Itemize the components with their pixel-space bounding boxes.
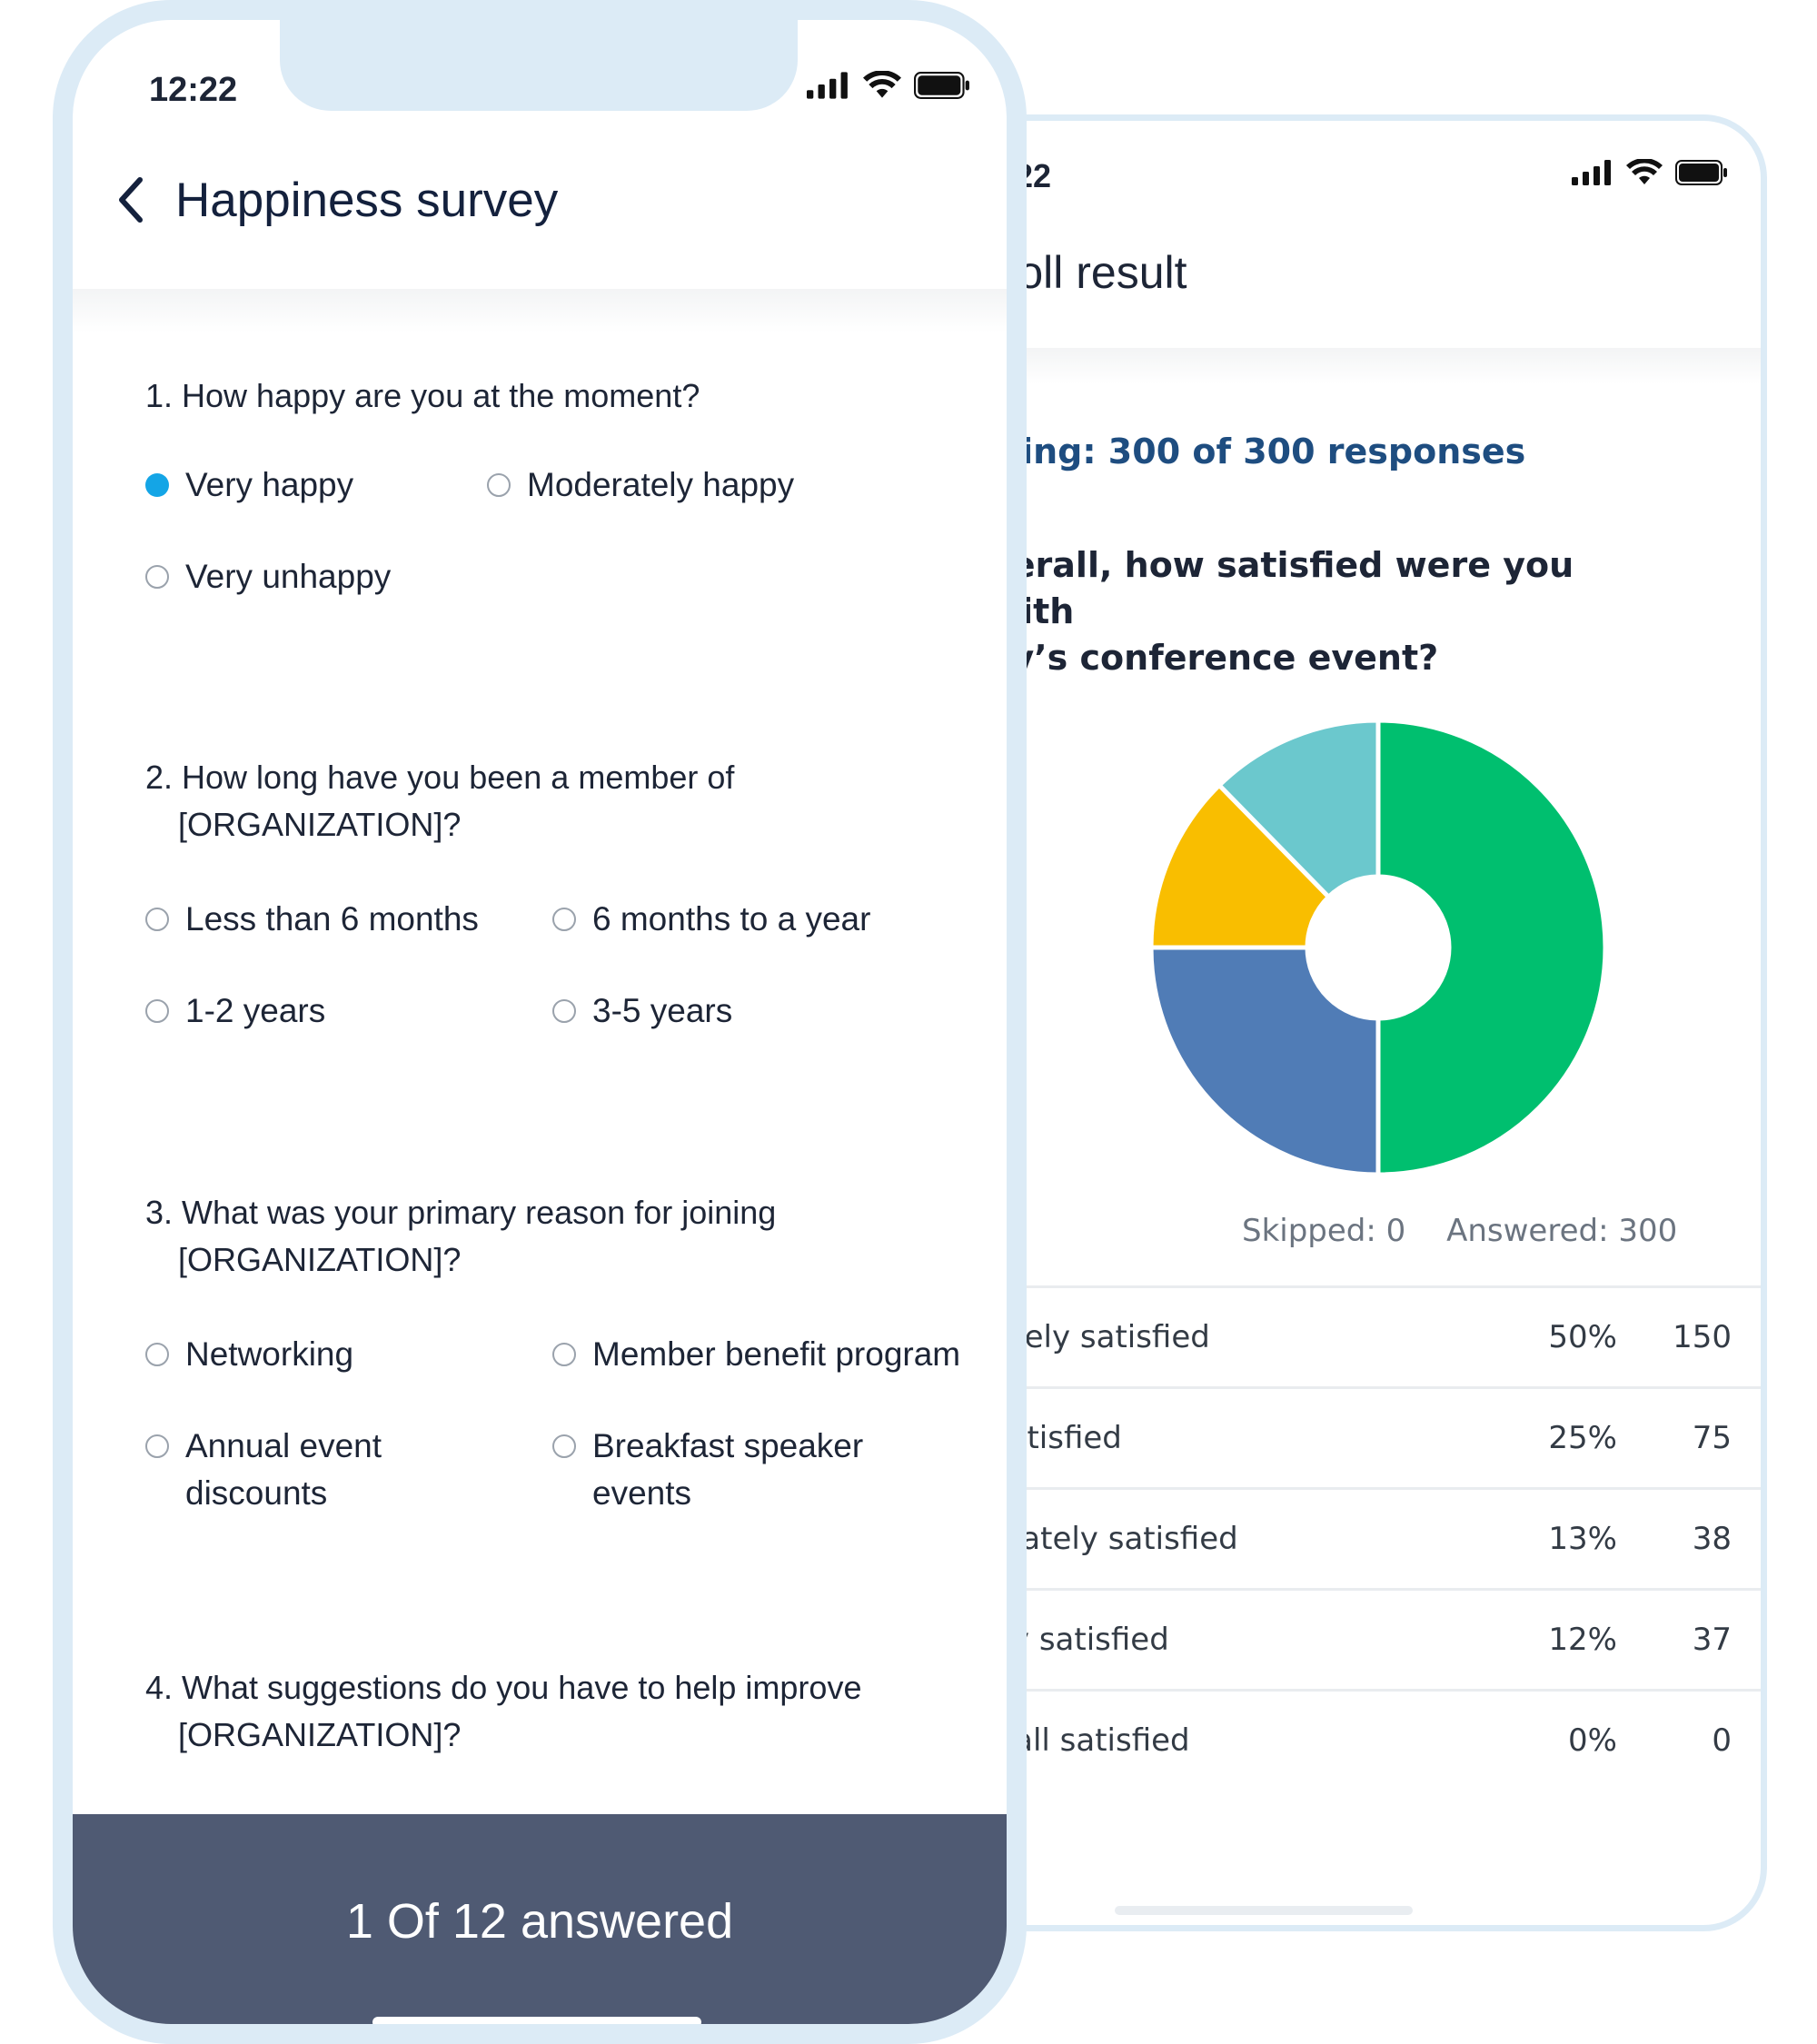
option-6-months-to-a-year[interactable]: 6 months to a year [552, 896, 870, 943]
option-annual-event-discounts[interactable]: Annual event discounts [145, 1423, 382, 1517]
option-label: Member benefit program [592, 1335, 961, 1373]
row-percent: 13% [1548, 1521, 1617, 1557]
pie-slice-very-satisfied[interactable] [1148, 945, 1381, 1177]
row-count: 38 [1692, 1521, 1732, 1557]
option-label: Moderately happy [527, 466, 795, 503]
question-3: 3. What was your primary reason for join… [145, 1189, 776, 1284]
table-row: tremely satisfied 50% 150 [951, 1288, 1761, 1389]
phone-notch [280, 20, 798, 111]
results-table: tremely satisfied 50% 150 ry satisfied 2… [951, 1285, 1761, 1792]
question-text: 3. What was your primary reason for join… [145, 1194, 777, 1231]
question-4: 4. What suggestions do you have to help … [145, 1664, 861, 1759]
poll-question-line-1: verall, how satisfied were you with [989, 545, 1574, 631]
chevron-left-icon[interactable] [113, 173, 149, 227]
answered-progress: 1 Of 12 answered [345, 1894, 734, 1949]
option-label: Very happy [185, 466, 354, 503]
option-label: 3-5 years [592, 992, 733, 1029]
radio-button[interactable] [145, 908, 169, 931]
radio-selected[interactable] [145, 473, 169, 497]
answered-count: Answered: 300 [1446, 1213, 1678, 1249]
option-label: Networking [185, 1335, 354, 1373]
question-text: 1. How happy are you at the moment? [145, 377, 700, 414]
status-icons [1572, 159, 1728, 186]
table-row: ry satisfied 25% 75 [951, 1389, 1761, 1490]
option-breakfast-speaker-events[interactable]: Breakfast speaker events [552, 1423, 863, 1517]
radio-button[interactable] [145, 999, 169, 1023]
question-text-cont: [ORGANIZATION]? [178, 1241, 462, 1278]
home-indicator[interactable] [1115, 1906, 1413, 1915]
table-row: t at all satisfied 0% 0 [951, 1692, 1761, 1792]
survey-phone: 12:22 Happiness survey 1. How happy are … [53, 0, 1027, 2044]
row-count: 75 [1692, 1420, 1732, 1456]
responses-count: wing: 300 of 300 responses [989, 432, 1526, 471]
header-divider [951, 348, 1761, 384]
signal-bars-icon [807, 72, 848, 99]
row-count: 37 [1692, 1622, 1732, 1658]
header-divider [73, 289, 1007, 332]
question-text: 4. What suggestions do you have to help … [145, 1669, 862, 1706]
battery-icon [1675, 160, 1727, 185]
option-label: Annual event discounts [185, 1427, 382, 1512]
table-row: oderately satisfied 13% 38 [951, 1490, 1761, 1591]
option-3-5-years[interactable]: 3-5 years [552, 987, 732, 1035]
question-2: 2. How long have you been a member of [O… [145, 754, 734, 848]
radio-button[interactable] [487, 473, 511, 497]
poll-question: verall, how satisfied were you with ay’s… [989, 542, 1625, 681]
row-count: 150 [1673, 1319, 1732, 1355]
question-text: 2. How long have you been a member of [145, 759, 735, 796]
response-summary: Skipped: 0 Answered: 300 [951, 1213, 1761, 1249]
pie-slice-extremely-satisfied[interactable] [1375, 718, 1608, 1177]
option-label: 1-2 years [185, 992, 326, 1029]
radio-button[interactable] [145, 565, 169, 589]
radio-button[interactable] [552, 1343, 576, 1366]
option-1-2-years[interactable]: 1-2 years [145, 987, 325, 1035]
row-percent: 0% [1568, 1722, 1617, 1759]
wifi-icon [1626, 159, 1663, 184]
option-very-happy[interactable]: Very happy [145, 461, 353, 509]
donut-chart [1148, 718, 1608, 1177]
home-indicator[interactable] [372, 2017, 701, 2024]
status-time: 12:22 [149, 71, 238, 109]
radio-button[interactable] [552, 908, 576, 931]
option-label: Very unhappy [185, 558, 392, 595]
table-row: ghtly satisfied 12% 37 [951, 1591, 1761, 1692]
question-text-cont: [ORGANIZATION]? [178, 1716, 462, 1753]
skipped-count: Skipped: 0 [1242, 1213, 1406, 1249]
poll-question-line-2: ay’s conference event? [989, 638, 1439, 678]
page-title: Happiness survey [175, 174, 559, 227]
signal-bars-icon [1572, 160, 1611, 185]
option-label: Breakfast speaker events [592, 1427, 864, 1512]
radio-button[interactable] [552, 1434, 576, 1458]
row-percent: 50% [1548, 1319, 1617, 1355]
option-networking[interactable]: Networking [145, 1331, 353, 1378]
radio-button[interactable] [552, 999, 576, 1023]
option-very-unhappy[interactable]: Very unhappy [145, 553, 391, 600]
question-1: 1. How happy are you at the moment? [145, 372, 700, 420]
option-label: 6 months to a year [592, 900, 871, 938]
option-less-than-6-months[interactable]: Less than 6 months [145, 896, 479, 943]
option-moderately-happy[interactable]: Moderately happy [487, 461, 794, 509]
poll-result-phone: :22 Poll result wing: 300 of 300 respons… [945, 114, 1767, 1931]
status-icons [807, 71, 970, 100]
option-member-benefit-program[interactable]: Member benefit program [552, 1331, 960, 1378]
radio-button[interactable] [145, 1434, 169, 1458]
row-percent: 25% [1548, 1420, 1617, 1456]
row-percent: 12% [1548, 1622, 1617, 1658]
radio-button[interactable] [145, 1343, 169, 1366]
battery-icon [914, 72, 969, 99]
question-text-cont: [ORGANIZATION]? [178, 806, 462, 843]
wifi-icon [863, 71, 901, 98]
row-count: 0 [1712, 1722, 1732, 1759]
option-label: Less than 6 months [185, 900, 479, 938]
